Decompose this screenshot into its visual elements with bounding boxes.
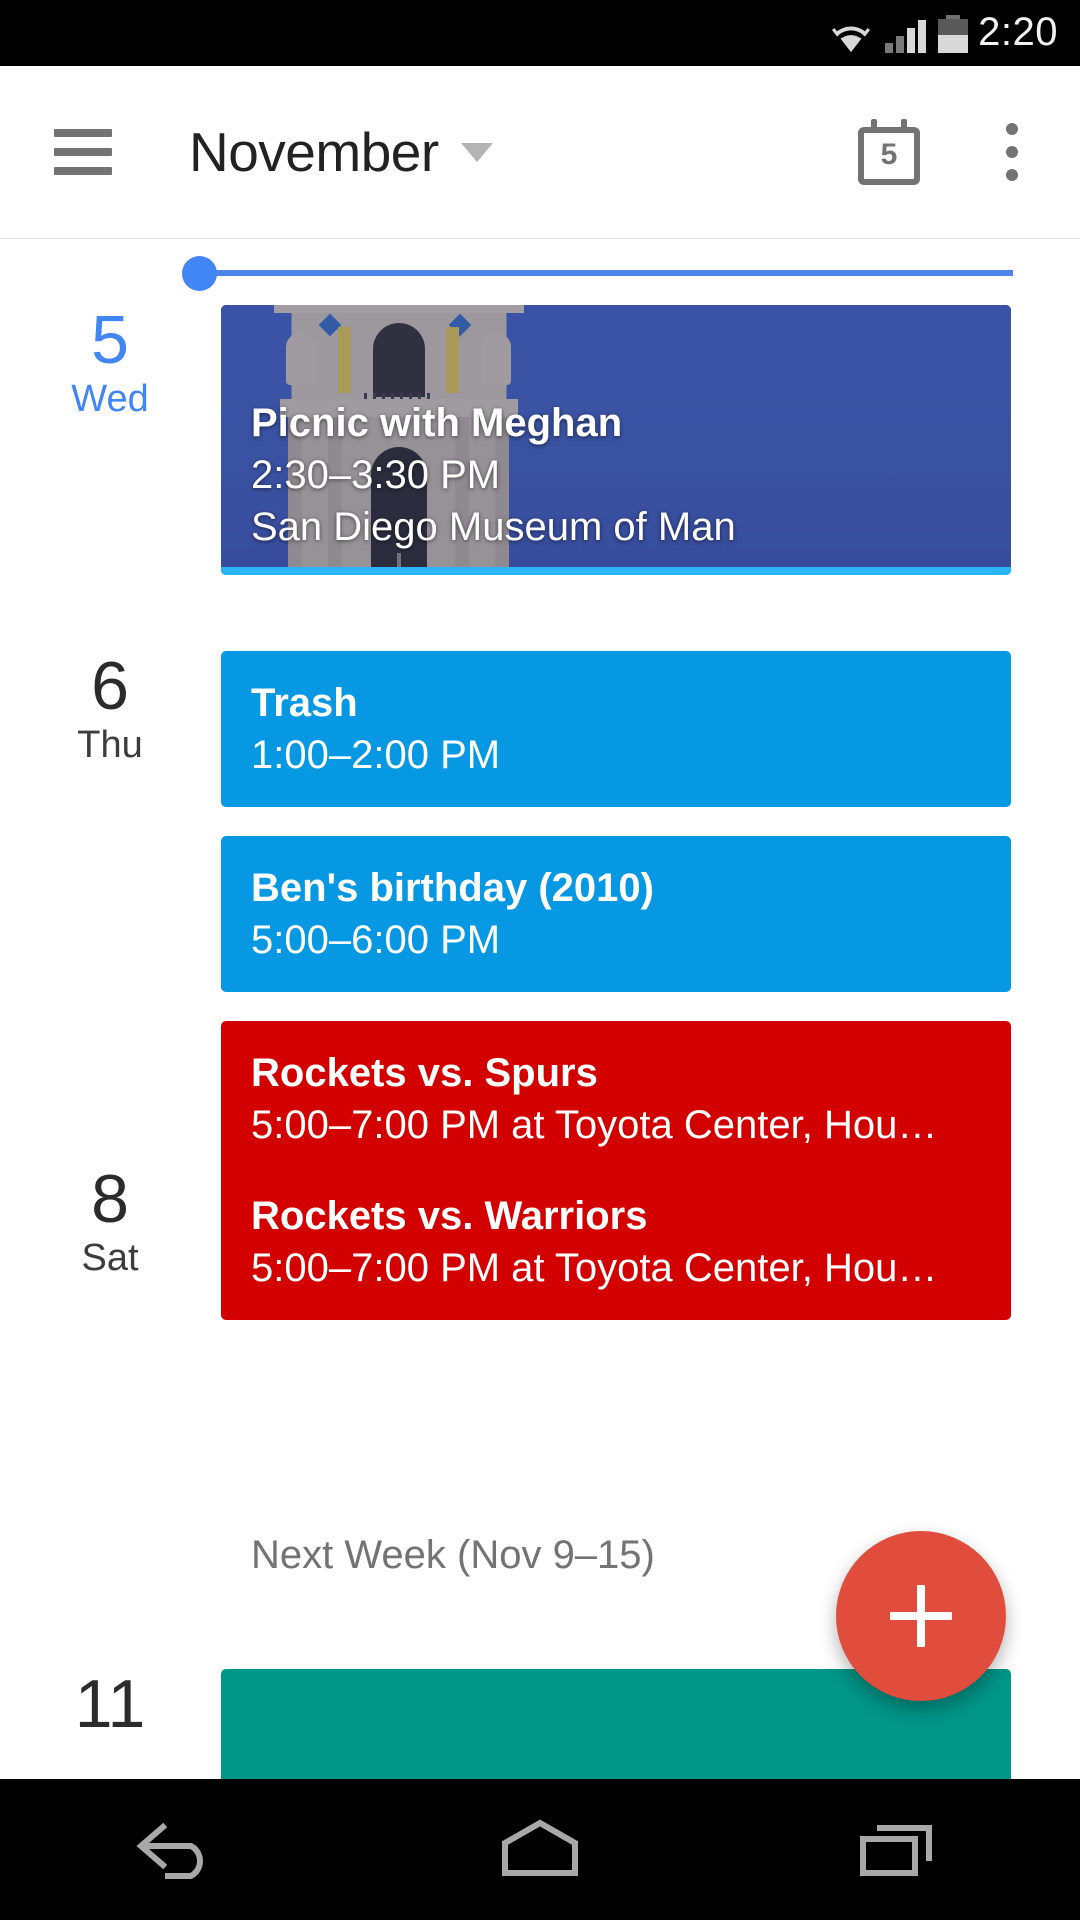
page-title[interactable]: November (189, 120, 439, 184)
day-events: Rockets vs. Warriors 5:00–7:00 PM at Toy… (221, 1164, 1021, 1349)
calendar-today-number: 5 (880, 138, 898, 171)
event-title: Trash (251, 681, 358, 725)
current-time-dot (182, 256, 217, 291)
more-vertical-icon[interactable] (1006, 123, 1018, 181)
chevron-down-icon[interactable] (460, 142, 493, 162)
date-column: 11 (0, 1669, 220, 1739)
event-card[interactable]: Ben's birthday (2010) 5:00–6:00 PM (221, 836, 1011, 992)
status-bar-clock: 2:20 (978, 10, 1058, 54)
event-card[interactable]: Picnic with Meghan 2:30–3:30 PM San Dieg… (221, 305, 1011, 575)
event-text: Picnic with Meghan 2:30–3:30 PM San Dieg… (251, 397, 736, 553)
status-icons (829, 13, 969, 53)
recents-icon (860, 1824, 932, 1876)
date-number: 8 (91, 1161, 129, 1237)
date-number: 11 (74, 1666, 146, 1742)
home-icon (502, 1819, 578, 1876)
hamburger-menu-icon[interactable] (54, 129, 112, 175)
battery-icon (938, 15, 969, 53)
date-number: 5 (91, 302, 129, 378)
phone-screen: 2:20 November 5 5 Wed Picnic with Meghan… (0, 0, 1080, 1920)
date-column: 5 Wed (0, 305, 220, 423)
event-card[interactable]: Trash 1:00–2:00 PM (221, 651, 1011, 807)
event-time: 5:00–7:00 PM at Toyota Center, Hou… (251, 1103, 938, 1147)
event-title: Rockets vs. Spurs (251, 1051, 598, 1095)
home-button[interactable] (465, 1800, 615, 1900)
android-navigation-bar (0, 1779, 1080, 1920)
recents-button[interactable] (825, 1800, 975, 1900)
wifi-icon (829, 19, 873, 53)
section-header-next-week: Next Week (Nov 9–15) (251, 1533, 655, 1577)
status-bar: 2:20 (0, 0, 1080, 66)
event-time: 2:30–3:30 PM (251, 453, 501, 497)
back-icon (136, 1822, 203, 1879)
date-column: 8 Sat (0, 1164, 220, 1282)
current-time-line (185, 270, 1013, 276)
event-time: 1:00–2:00 PM (251, 733, 501, 777)
event-title: Ben's birthday (2010) (251, 866, 654, 910)
date-day-of-week: Wed (71, 378, 149, 420)
calendar-today-icon[interactable]: 5 (858, 119, 920, 185)
date-day-of-week: Sat (81, 1237, 139, 1279)
date-number: 6 (91, 648, 129, 724)
event-title: Picnic with Meghan (251, 401, 623, 445)
plus-icon (890, 1585, 952, 1647)
app-bar: November 5 (0, 66, 1080, 239)
event-location: San Diego Museum of Man (251, 505, 736, 549)
event-time: 5:00–7:00 PM at Toyota Center, Hou… (251, 1246, 938, 1290)
event-time: 5:00–6:00 PM (251, 918, 501, 962)
event-card[interactable]: Rockets vs. Warriors 5:00–7:00 PM at Toy… (221, 1164, 1011, 1320)
date-column: 6 Thu (0, 651, 220, 769)
add-event-fab[interactable] (836, 1531, 1006, 1701)
day-events: Trash 1:00–2:00 PM Ben's birthday (2010)… (221, 651, 1021, 1206)
day-events: Picnic with Meghan 2:30–3:30 PM San Dieg… (221, 305, 1021, 604)
date-day-of-week: Thu (77, 724, 143, 766)
event-title: Rockets vs. Warriors (251, 1194, 648, 1238)
event-accent-strip (221, 567, 1011, 575)
event-card[interactable]: Rockets vs. Spurs 5:00–7:00 PM at Toyota… (221, 1021, 1011, 1177)
back-button[interactable] (105, 1800, 255, 1900)
cellular-signal-icon (885, 19, 927, 53)
